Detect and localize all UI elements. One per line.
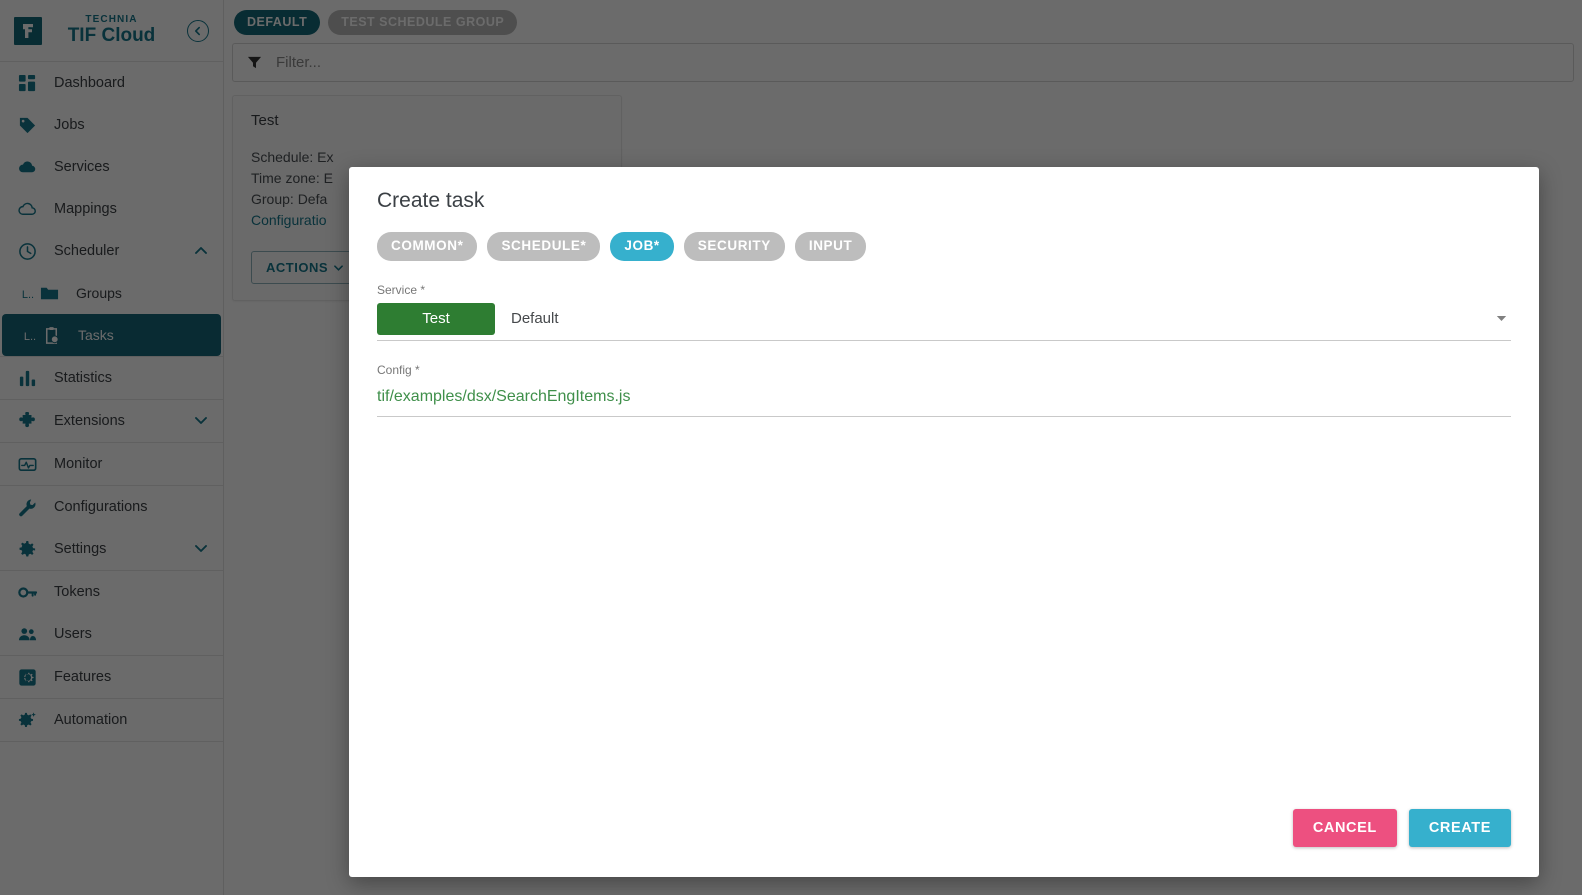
chevron-down-icon[interactable] xyxy=(1496,315,1511,322)
create-task-dialog: Create task COMMON* SCHEDULE* JOB* SECURITY… xyxy=(349,167,1539,877)
tab-input[interactable]: INPUT xyxy=(794,232,867,262)
service-badge[interactable]: Test xyxy=(377,302,495,335)
create-button[interactable]: CREATE xyxy=(1408,809,1511,847)
tab-job[interactable]: JOB* xyxy=(610,232,674,262)
dialog-tabs: COMMON* SCHEDULE* JOB* SECURITY INPUT xyxy=(377,232,1511,262)
config-input-row[interactable] xyxy=(377,377,1511,418)
dialog-footer: CANCEL CREATE xyxy=(377,809,1511,877)
app-root: TECHNIA TIF Cloud DashboardJobsServicesM… xyxy=(0,0,1582,895)
config-field: Config * xyxy=(377,363,1511,418)
service-value: Default xyxy=(511,310,559,328)
tab-schedule[interactable]: SCHEDULE* xyxy=(487,232,601,262)
dialog-body-spacer xyxy=(377,417,1511,809)
dialog-title: Create task xyxy=(377,189,485,212)
tab-security[interactable]: SECURITY xyxy=(683,232,785,262)
cancel-button[interactable]: CANCEL xyxy=(1292,809,1397,847)
service-label: Service * xyxy=(377,283,426,298)
config-input[interactable] xyxy=(377,387,1511,406)
tab-common[interactable]: COMMON* xyxy=(377,232,478,262)
service-select[interactable]: Test Default xyxy=(377,297,1511,342)
config-label: Config * xyxy=(377,363,420,378)
service-field: Service * Test Default xyxy=(377,283,1511,342)
